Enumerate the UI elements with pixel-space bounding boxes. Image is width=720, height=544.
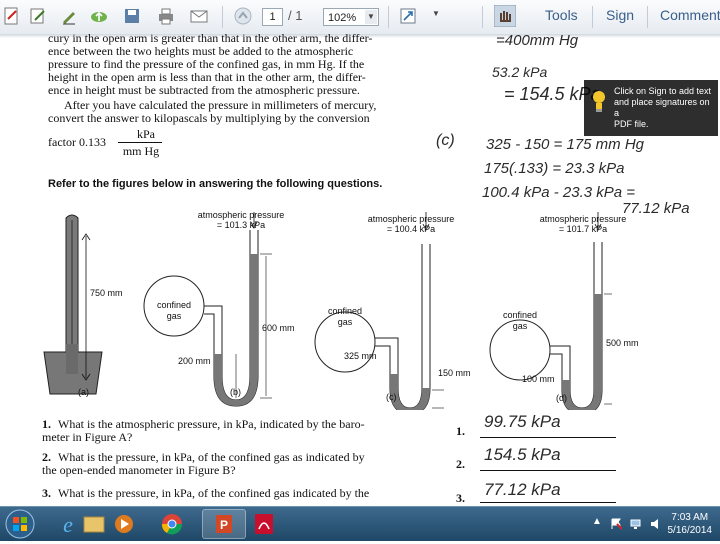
taskbar-media-player[interactable] <box>102 509 146 539</box>
answer-1-handwritten: 99.75 kPa <box>484 412 561 431</box>
media-player-icon <box>115 515 133 533</box>
svg-text:P: P <box>220 518 228 532</box>
toolbar-separator <box>647 6 648 28</box>
fig-d-gas-line1: confined <box>502 310 538 320</box>
tooltip-line: PDF file. <box>614 119 649 129</box>
question-3-number: 3. <box>42 486 51 500</box>
acrobat-toolbar: / 1 102% ▼ ▼ Tools Sign Comment <box>0 0 720 35</box>
fig-a-caption: (a) <box>78 387 89 397</box>
sign-tooltip: Click on Sign to add text and place sign… <box>584 80 718 136</box>
adobe-reader-icon <box>255 514 273 534</box>
factor-numerator: kPa <box>137 127 155 141</box>
handwritten-note: 325 - 150 = 175 mm Hg <box>486 136 645 153</box>
clock-time: 7:03 AM <box>671 512 709 523</box>
toolbar-separator <box>222 6 223 28</box>
figures-instruction: Refer to the figures below in answering … <box>48 178 383 190</box>
handwritten-part-label: (c) <box>436 132 455 149</box>
cloud-upload-icon[interactable] <box>89 6 109 26</box>
toolbar-separator <box>592 6 593 28</box>
toolbar-separator <box>482 6 483 28</box>
question-3-line: What is the pressure, in kPa, of the con… <box>58 486 370 500</box>
answer-1-line <box>480 437 616 438</box>
answer-3-number: 3. <box>456 491 465 505</box>
tooltip-line: Click on Sign to add text <box>614 86 712 96</box>
handwritten-note: 100.4 kPa - 23.3 kPa = <box>482 184 636 201</box>
volume-icon[interactable] <box>650 518 662 530</box>
answer-2-number: 2. <box>456 457 465 471</box>
intro-line: convert the answer to kilopascals by mul… <box>48 111 370 125</box>
network-icon[interactable] <box>630 518 642 530</box>
fig-d-open-height: 500 mm <box>606 338 639 348</box>
handwritten-note: 175(.133) = 23.3 kPa <box>484 160 625 177</box>
tooltip-line: and place signatures on a <box>614 97 710 118</box>
fig-b-open-height: 600 mm <box>262 323 295 333</box>
barometer-figure-a <box>43 214 103 395</box>
create-pdf-icon[interactable] <box>2 6 22 26</box>
fig-c-caption: (c) <box>386 392 397 402</box>
action-center-flag-icon[interactable] <box>610 518 622 530</box>
fig-c-diff-height: 150 mm <box>438 368 471 378</box>
save-icon[interactable] <box>122 6 142 26</box>
print-icon[interactable] <box>156 6 176 26</box>
pdf-document-view: cury in the open arm is greater than tha… <box>0 34 720 506</box>
toolbar-separator <box>388 6 389 28</box>
answer-3-handwritten: 77.12 kPa <box>484 480 561 499</box>
chrome-icon <box>161 514 183 535</box>
fig-b-gas-line1: confined <box>156 300 192 310</box>
fig-d-caption: (d) <box>556 393 567 403</box>
handwritten-note: =400mm Hg <box>496 34 579 49</box>
fig-b-caption: (b) <box>230 387 241 397</box>
fig-a-height-label: 750 mm <box>90 288 123 298</box>
hand-tool-icon[interactable] <box>494 5 516 27</box>
fig-d-gas-line2: gas <box>512 321 528 331</box>
fig-c-gas-line2: gas <box>337 317 353 327</box>
zoom-select[interactable]: 102% ▼ <box>323 8 379 26</box>
fig-c-atm-title: atmospheric pressure <box>367 214 455 224</box>
tools-menu-chevron-icon[interactable]: ▼ <box>432 9 440 18</box>
system-clock[interactable]: 7:03 AM 5/16/2014 <box>668 511 713 537</box>
email-icon[interactable] <box>189 6 209 26</box>
fit-page-icon[interactable] <box>398 6 418 26</box>
start-button-icon[interactable] <box>4 508 36 540</box>
answer-2-handwritten: 154.5 kPa <box>484 445 561 464</box>
taskbar-adobe-reader[interactable] <box>242 509 286 539</box>
page-number-input[interactable] <box>262 8 283 26</box>
question-2-line: the open-ended manometer in Figure B? <box>42 463 236 477</box>
fig-c-closed-height: 325 mm <box>344 351 377 361</box>
fraction-bar <box>118 142 162 143</box>
fig-b-atm-value: = 101.3 kPa <box>216 220 266 230</box>
fig-d-atm-value: = 101.7 kPa <box>558 224 608 234</box>
fig-c-gas-line1: confined <box>327 306 363 316</box>
clock-date: 5/16/2014 <box>667 525 713 536</box>
taskbar-powerpoint[interactable]: P <box>202 509 246 539</box>
handwritten-note: 53.2 kPa <box>492 64 548 80</box>
comment-button[interactable]: Comment <box>660 7 720 23</box>
fig-b-gas-line2: gas <box>166 311 182 321</box>
sign-button[interactable]: Sign <box>606 7 634 23</box>
page-total: / 1 <box>288 8 303 23</box>
answer-2-line <box>480 470 616 471</box>
previous-page-icon[interactable] <box>233 6 253 26</box>
handwritten-note: 77.12 kPa <box>622 200 690 217</box>
tray-expand-icon[interactable]: ▲ <box>592 516 604 528</box>
answer-1-number: 1. <box>456 424 465 438</box>
fig-c-atm-value: = 100.4 kPa <box>386 224 436 234</box>
fig-b-atm-title: atmospheric pressure <box>197 210 285 220</box>
question-1-line: meter in Figure A? <box>42 430 133 444</box>
windows-taskbar: e P ▲ 7:03 AM 5/16/2014 <box>0 506 720 541</box>
intro-line: ence in height must be subtracted from t… <box>48 83 360 97</box>
zoom-value: 102% <box>328 12 357 24</box>
answer-3-line <box>480 502 616 503</box>
factor-denominator: mm Hg <box>122 144 160 158</box>
powerpoint-icon: P <box>216 515 232 533</box>
conversion-factor: factor 0.133 <box>48 135 106 149</box>
tools-button[interactable]: Tools <box>545 7 578 23</box>
chevron-down-icon: ▼ <box>365 10 377 24</box>
fig-d-closed-height: 100 mm <box>522 374 555 384</box>
fig-b-closed-height: 200 mm <box>178 356 211 366</box>
taskbar-chrome[interactable] <box>150 509 194 539</box>
lightbulb-icon <box>593 91 605 112</box>
edit-pdf-icon[interactable] <box>28 6 48 26</box>
sign-pen-icon[interactable] <box>60 6 80 26</box>
